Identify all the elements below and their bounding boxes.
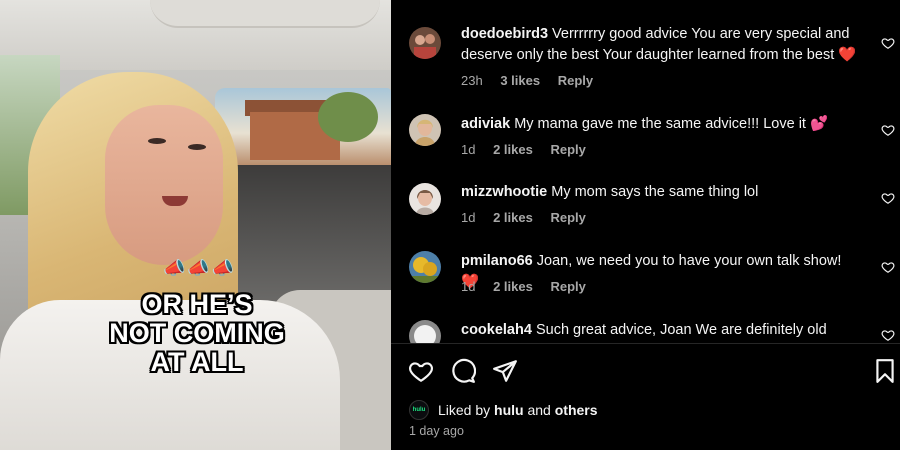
- comment-text: mizzwhootie My mom says the same thing l…: [461, 182, 861, 203]
- paper-plane-icon[interactable]: [492, 358, 518, 384]
- speaker-eye-right: [188, 144, 206, 150]
- video-caption: OR HE’S NOT COMING AT ALL: [92, 290, 302, 377]
- heart-outline-icon[interactable]: [408, 358, 434, 384]
- avatar[interactable]: [409, 320, 441, 343]
- bookmark-icon[interactable]: [872, 358, 898, 384]
- comment-username[interactable]: adiviak: [461, 116, 510, 132]
- post-timestamp: 1 day ago: [409, 424, 464, 438]
- comment-text: cookelah4 Such great advice, Joan We are…: [461, 320, 861, 341]
- liked-by-prefix: Liked by: [438, 402, 491, 418]
- liked-by: hulu Liked by hulu and others: [409, 400, 598, 420]
- liked-by-others[interactable]: others: [555, 400, 598, 420]
- comment-username[interactable]: pmilano66: [461, 253, 533, 269]
- comment-likes[interactable]: 3 likes: [500, 73, 540, 88]
- sunroof: [150, 0, 380, 28]
- avatar[interactable]: [409, 251, 441, 283]
- avatar[interactable]: hulu: [409, 400, 429, 420]
- avatar[interactable]: [409, 27, 441, 59]
- avatar[interactable]: [409, 183, 441, 215]
- comment-time: 1d: [461, 142, 476, 157]
- comment-time: 1d: [461, 210, 476, 225]
- reply-button[interactable]: Reply: [550, 210, 585, 225]
- comment-meta: 1d 2 likes Reply: [461, 210, 600, 225]
- reel-video[interactable]: 📣📣📣 OR HE’S NOT COMING AT ALL: [0, 0, 391, 450]
- comment-likes[interactable]: 2 likes: [493, 210, 533, 225]
- comment-body: My mama gave me the same advice!!! Love …: [514, 116, 806, 132]
- comment-body: Joan, we need you to have your own talk …: [536, 253, 842, 269]
- reply-button[interactable]: Reply: [550, 279, 585, 294]
- comment-meta: 1d 2 likes Reply: [461, 142, 600, 157]
- comment-time: 23h: [461, 73, 483, 88]
- caption-line: AT ALL: [150, 347, 244, 377]
- heart-outline-icon[interactable]: [881, 123, 895, 137]
- action-bar: [391, 350, 900, 390]
- tree: [318, 92, 378, 142]
- comment-username[interactable]: cookelah4: [461, 322, 532, 338]
- reply-button[interactable]: Reply: [550, 142, 585, 157]
- comment-time: 1d: [461, 279, 476, 294]
- liked-by-user[interactable]: hulu: [494, 400, 524, 420]
- comment-text: adiviak My mama gave me the same advice!…: [461, 114, 861, 135]
- heart-outline-icon[interactable]: [881, 36, 895, 50]
- comment-body: Such great advice, Joan We are definitel…: [535, 322, 827, 338]
- comment-meta: 23h 3 likes Reply: [461, 73, 607, 88]
- heart-outline-icon[interactable]: [881, 328, 895, 342]
- heart-emoji: ❤️: [838, 47, 857, 63]
- speech-bubble-icon[interactable]: [450, 358, 476, 384]
- speaker-face: [105, 105, 223, 265]
- comments-panel: doedoebird3 Verrrrrry good advice You ar…: [391, 0, 900, 450]
- comment-username[interactable]: mizzwhootie: [461, 184, 547, 200]
- megaphone-emoji-row: 📣📣📣: [163, 258, 237, 278]
- heart-outline-icon[interactable]: [881, 260, 895, 274]
- comment-likes[interactable]: 2 likes: [493, 279, 533, 294]
- section-divider: [391, 343, 900, 344]
- avatar[interactable]: [409, 114, 441, 146]
- comment-username[interactable]: doedoebird3: [461, 26, 548, 42]
- caption-line: NOT COMING: [109, 318, 285, 348]
- comments-list[interactable]: doedoebird3 Verrrrrry good advice You ar…: [391, 0, 900, 343]
- comment-body: My mom says the same thing lol: [551, 184, 759, 200]
- comment-meta: 1d 2 likes Reply: [461, 279, 600, 294]
- liked-by-joiner: and: [527, 402, 551, 418]
- reply-button[interactable]: Reply: [558, 73, 593, 88]
- speaker-eye-left: [148, 138, 166, 144]
- comment-text: doedoebird3 Verrrrrry good advice You ar…: [461, 24, 861, 66]
- comment-likes[interactable]: 2 likes: [493, 142, 533, 157]
- caption-line: OR HE’S: [141, 289, 253, 319]
- two-hearts-emoji: 💕: [809, 116, 829, 132]
- heart-outline-icon[interactable]: [881, 191, 895, 205]
